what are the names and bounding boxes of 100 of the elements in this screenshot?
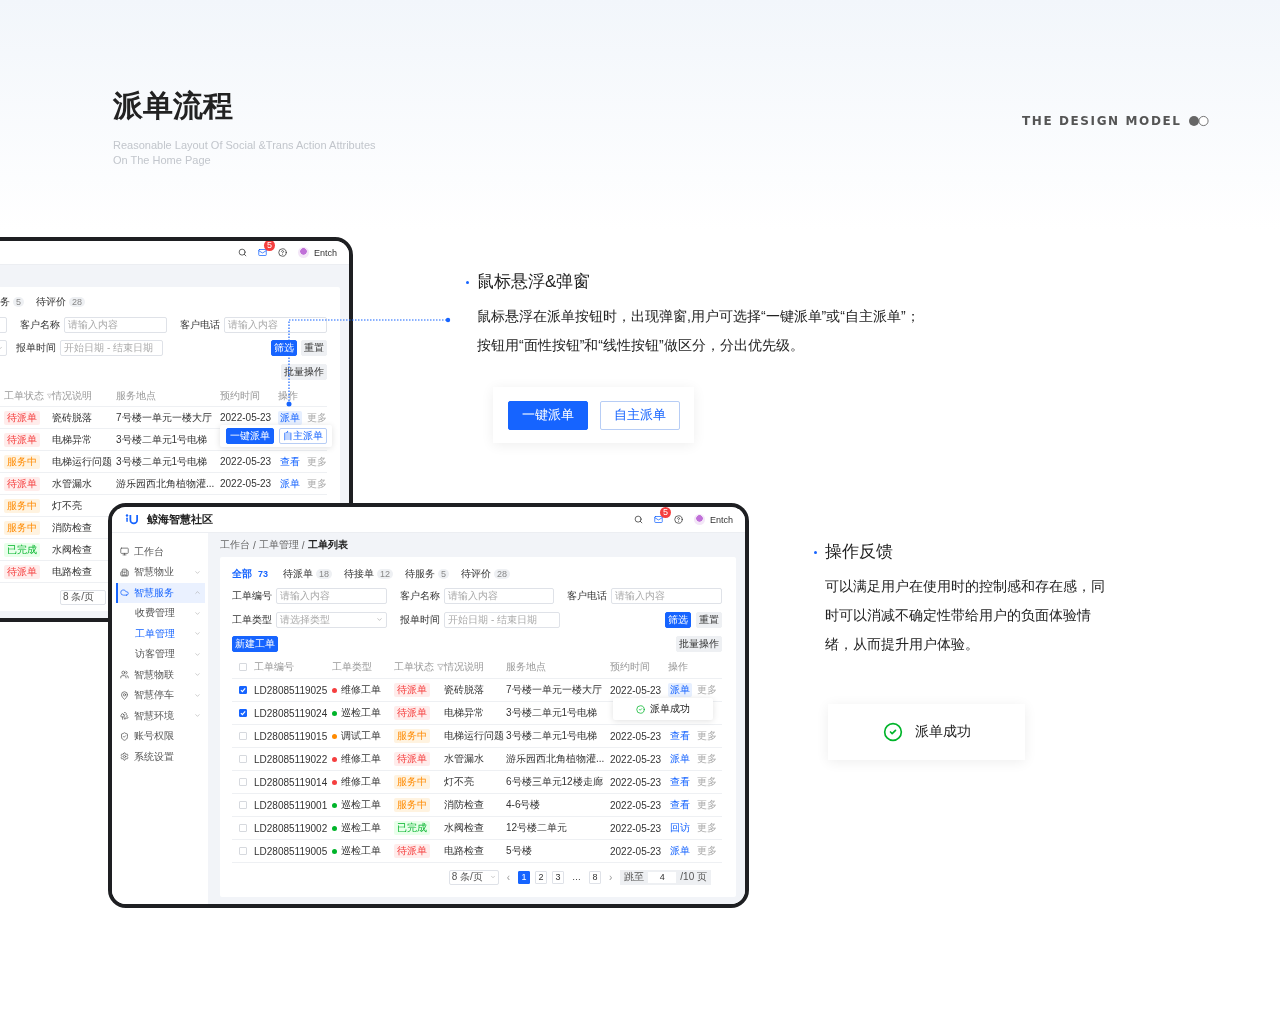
sidebar-item[interactable]: 访客管理 bbox=[116, 644, 205, 664]
sidebar-item[interactable]: 收费管理 bbox=[116, 603, 205, 623]
table-cell: LD28085119024 bbox=[254, 707, 328, 719]
batch-button[interactable]: 批量操作 bbox=[676, 635, 722, 652]
filter-icon[interactable] bbox=[437, 662, 444, 671]
breadcrumb-link[interactable]: 工作台 bbox=[220, 538, 250, 552]
sidebar-item[interactable]: 账号权限 bbox=[116, 726, 205, 746]
tab[interactable]: 全部 73 bbox=[232, 567, 271, 581]
table-cell: 维修工单 bbox=[341, 752, 381, 766]
action-link[interactable]: 派单 bbox=[668, 683, 692, 697]
section-title: 操作反馈 bbox=[825, 541, 893, 563]
breadcrumb-link[interactable]: 工单列表 bbox=[307, 538, 348, 552]
search-icon[interactable] bbox=[238, 248, 247, 257]
bullet-icon bbox=[814, 550, 817, 554]
action-link[interactable]: 派单 bbox=[278, 476, 302, 491]
status-tag: 待派单 bbox=[4, 410, 40, 425]
mail-icon[interactable] bbox=[258, 248, 267, 257]
status-tag: 已完成 bbox=[4, 542, 40, 557]
filter-icon[interactable] bbox=[47, 391, 52, 400]
filter-button[interactable]: 筛选 bbox=[271, 339, 297, 356]
page-size-select[interactable]: 8 条/页 bbox=[448, 869, 499, 885]
page-button[interactable]: 3 bbox=[551, 870, 564, 884]
sidebar-item[interactable]: 智慧物业 bbox=[116, 562, 205, 582]
sidebar-item[interactable]: 工作台 bbox=[116, 541, 205, 562]
table-cell: 消防检查 bbox=[52, 520, 92, 535]
tab[interactable]: 待派单 18 bbox=[283, 567, 333, 581]
tab-count: 5 bbox=[438, 569, 450, 579]
help-icon[interactable] bbox=[278, 248, 287, 257]
table-cell: 2022-05-23 bbox=[610, 822, 662, 834]
status-tag: 待派单 bbox=[4, 432, 40, 447]
table-cell: 调试工单 bbox=[341, 729, 381, 743]
checkbox[interactable] bbox=[239, 709, 247, 717]
mail-icon[interactable] bbox=[654, 515, 663, 524]
table-cell: 灯不亮 bbox=[444, 775, 474, 789]
table-cell: 游乐园西北角植物灌... bbox=[506, 752, 605, 766]
action-link[interactable]: 派单 bbox=[668, 752, 692, 766]
dispatch-button[interactable]: 自主派单 bbox=[278, 428, 327, 444]
status-tag: 已完成 bbox=[394, 821, 430, 835]
help-icon[interactable] bbox=[674, 515, 683, 524]
user-name: Entch bbox=[314, 247, 337, 258]
avatar[interactable] bbox=[298, 247, 309, 258]
page-button[interactable]: 2 bbox=[534, 870, 547, 884]
notification-badge: 5 bbox=[264, 241, 275, 251]
next-page-button[interactable]: › bbox=[605, 871, 616, 883]
table-cell: 12号楼二单元 bbox=[506, 821, 568, 835]
reset-button[interactable]: 重置 bbox=[301, 339, 327, 356]
page-number-field[interactable]: 4 bbox=[648, 871, 677, 883]
page-button[interactable]: 8 bbox=[588, 870, 601, 884]
breadcrumb-separator: / bbox=[253, 539, 256, 551]
tab[interactable]: 待服务 5 bbox=[405, 567, 450, 581]
tab[interactable]: 待评价 28 bbox=[36, 295, 86, 309]
checkbox[interactable] bbox=[239, 686, 247, 694]
column-header: 服务地点 bbox=[506, 659, 546, 674]
create-button[interactable]: 新建工单 bbox=[232, 635, 278, 652]
search-icon[interactable] bbox=[634, 515, 643, 524]
tab-count: 18 bbox=[316, 569, 333, 579]
table-cell: 水管漏水 bbox=[444, 752, 484, 766]
breadcrumb-link[interactable]: 工单管理 bbox=[258, 538, 299, 552]
tab[interactable]: 待接单 12 bbox=[344, 567, 394, 581]
status-tag: 服务中 bbox=[394, 729, 430, 743]
tab-count: 28 bbox=[494, 569, 511, 579]
sidebar-item[interactable]: 系统设置 bbox=[116, 746, 205, 767]
page-size-select[interactable]: 8 条/页 bbox=[60, 589, 106, 605]
action-link[interactable]: 回访 bbox=[668, 821, 692, 835]
column-header: 服务地点 bbox=[116, 388, 156, 403]
avatar[interactable] bbox=[694, 514, 705, 525]
sidebar-item[interactable]: 智慧物联 bbox=[116, 664, 205, 685]
dispatch-button[interactable]: 一键派单 bbox=[507, 400, 588, 430]
action-link[interactable]: 查看 bbox=[278, 454, 302, 469]
sidebar-item[interactable]: 工单管理 bbox=[116, 623, 205, 644]
table-cell: 巡检工单 bbox=[341, 798, 381, 812]
user-name: Entch bbox=[710, 514, 733, 525]
filter-button[interactable]: 筛选 bbox=[665, 611, 691, 628]
table-cell: 巡检工单 bbox=[341, 844, 381, 858]
action-link[interactable]: 派单 bbox=[668, 844, 692, 858]
table-cell: 水阀检查 bbox=[444, 821, 484, 835]
action-link[interactable]: 查看 bbox=[668, 798, 692, 812]
field-label: 客户电话 bbox=[567, 589, 609, 603]
action-link[interactable]: 查看 bbox=[668, 775, 692, 789]
status-tag: 待派单 bbox=[394, 683, 430, 697]
action-link[interactable]: 查看 bbox=[668, 729, 692, 743]
dispatch-button[interactable]: 一键派单 bbox=[225, 428, 274, 444]
previous-page-button[interactable]: ‹ bbox=[503, 871, 513, 883]
sidebar-item[interactable]: 智慧停车 bbox=[116, 685, 205, 705]
status-tag: 服务中 bbox=[394, 798, 430, 812]
dispatch-button[interactable]: 自主派单 bbox=[599, 400, 680, 430]
page-button[interactable]: 1 bbox=[517, 870, 530, 884]
reset-button[interactable]: 重置 bbox=[696, 611, 722, 628]
action-link[interactable]: 派单 bbox=[278, 410, 302, 425]
sidebar-item[interactable]: 智慧服务 bbox=[116, 582, 205, 603]
column-header: 情况说明 bbox=[52, 388, 92, 403]
tab[interactable]: 务 5 bbox=[0, 295, 24, 309]
sidebar-item[interactable]: 智慧环境 bbox=[116, 705, 205, 726]
monitor-icon bbox=[120, 547, 129, 556]
batch-button[interactable]: 批量操作 bbox=[281, 363, 327, 380]
table-cell: 电梯异常 bbox=[52, 432, 92, 447]
tab[interactable]: 待评价 28 bbox=[461, 567, 511, 581]
table-cell: 2022-05-23 bbox=[610, 845, 662, 857]
table-cell: 电路检查 bbox=[52, 564, 92, 579]
check-circle-icon bbox=[636, 704, 645, 714]
